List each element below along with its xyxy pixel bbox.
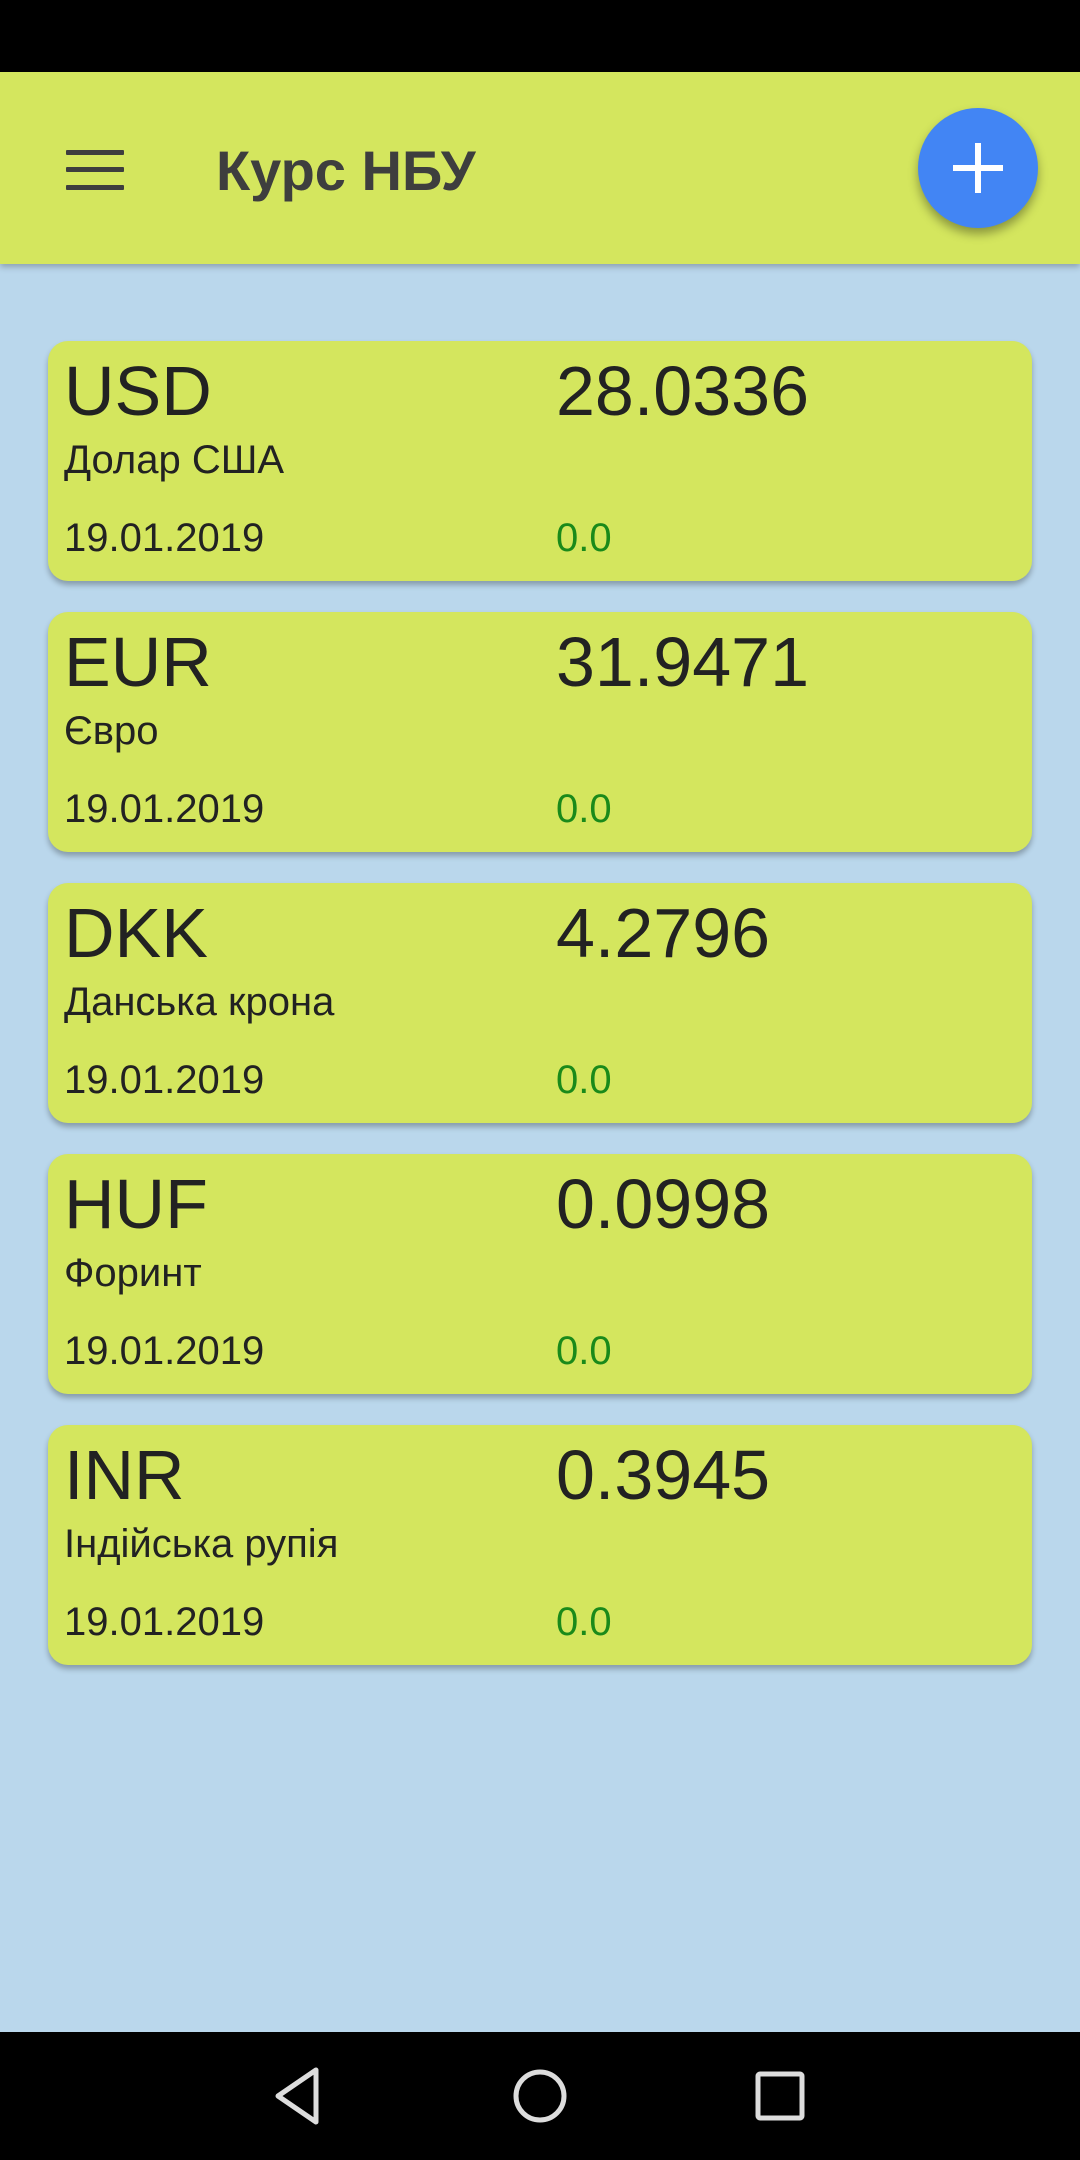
currency-list: USD 28.0336 Долар США 19.01.2019 0.0 EUR…	[0, 264, 1080, 2032]
system-nav-bar	[0, 2032, 1080, 2160]
add-currency-button[interactable]	[918, 108, 1038, 228]
home-circle-icon[interactable]	[504, 2060, 576, 2132]
currency-name: Форинт	[64, 1251, 202, 1295]
recents-square-icon[interactable]	[744, 2060, 816, 2132]
app-bar: Курс НБУ	[0, 72, 1080, 264]
page-title: Курс НБУ	[216, 139, 476, 202]
plus-icon	[953, 143, 1003, 193]
back-triangle-icon[interactable]	[264, 2060, 336, 2132]
rate-date: 19.01.2019	[64, 787, 265, 831]
currency-rate: 0.0998	[556, 1165, 771, 1243]
currency-rate: 28.0336	[556, 352, 810, 430]
currency-rate: 31.9471	[556, 623, 810, 701]
status-bar	[0, 0, 1080, 72]
currency-card-dkk[interactable]: DKK 4.2796 Данська крона 19.01.2019 0.0	[48, 883, 1032, 1123]
currency-code: DKK	[64, 894, 208, 972]
currency-card-inr[interactable]: INR 0.3945 Індійська рупія 19.01.2019 0.…	[48, 1425, 1032, 1665]
currency-code: HUF	[64, 1165, 208, 1243]
rate-date: 19.01.2019	[64, 1329, 265, 1373]
rate-date: 19.01.2019	[64, 1058, 265, 1102]
currency-rate: 0.3945	[556, 1436, 771, 1514]
rate-change: 0.0	[556, 1058, 612, 1102]
rate-change: 0.0	[556, 787, 612, 831]
currency-card-eur[interactable]: EUR 31.9471 Євро 19.01.2019 0.0	[48, 612, 1032, 852]
rate-date: 19.01.2019	[64, 1600, 265, 1644]
currency-code: EUR	[64, 623, 212, 701]
rate-change: 0.0	[556, 1600, 612, 1644]
currency-name: Індійська рупія	[64, 1522, 339, 1566]
menu-icon[interactable]	[66, 150, 124, 190]
currency-name: Данська крона	[64, 980, 335, 1024]
currency-card-huf[interactable]: HUF 0.0998 Форинт 19.01.2019 0.0	[48, 1154, 1032, 1394]
currency-card-usd[interactable]: USD 28.0336 Долар США 19.01.2019 0.0	[48, 341, 1032, 581]
rate-change: 0.0	[556, 1329, 612, 1373]
rate-change: 0.0	[556, 516, 612, 560]
currency-code: INR	[64, 1436, 185, 1514]
currency-code: USD	[64, 352, 212, 430]
currency-name: Долар США	[64, 438, 285, 482]
currency-name: Євро	[64, 709, 159, 753]
currency-rate: 4.2796	[556, 894, 771, 972]
rate-date: 19.01.2019	[64, 516, 265, 560]
